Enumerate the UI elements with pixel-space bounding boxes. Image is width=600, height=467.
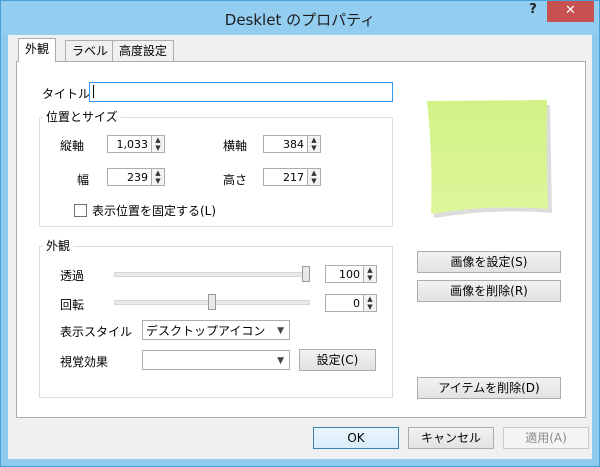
visual-effect-select[interactable]: ▼ <box>142 350 290 370</box>
text-cursor <box>93 85 94 98</box>
rotation-spinner[interactable]: 0 ▲ ▼ <box>325 294 377 312</box>
tab-advanced[interactable]: 高度設定 <box>112 40 175 61</box>
title-label: タイトル <box>42 87 91 101</box>
apply-button[interactable]: 適用(A) <box>503 427 589 449</box>
window-title: Desklet のプロパティ <box>224 11 376 29</box>
rotation-slider-thumb[interactable] <box>208 294 216 310</box>
vertical-label: 縦軸 <box>60 139 85 153</box>
chevron-down-icon[interactable]: ▼ <box>277 351 284 371</box>
vertical-spinner[interactable]: 1,033 ▲ ▼ <box>107 135 165 153</box>
rotation-label: 回転 <box>60 298 85 312</box>
height-label: 高さ <box>223 173 248 187</box>
display-style-select[interactable]: デスクトップアイコン ▼ <box>142 320 290 340</box>
tab-label[interactable]: ラベル <box>65 40 116 61</box>
sticky-note-preview <box>427 100 552 218</box>
delete-image-button[interactable]: 画像を削除(R) <box>417 280 561 302</box>
spin-arrows-icon[interactable]: ▲ ▼ <box>308 135 321 153</box>
spin-arrows-icon[interactable]: ▲ ▼ <box>364 294 377 312</box>
dialog-body: 外観 ラベル 高度設定 タイトル 位置とサイズ 縦軸 1,033 ▲ ▼ 横軸 3… <box>8 35 592 459</box>
horizontal-label: 横軸 <box>223 139 248 153</box>
spin-arrows-icon[interactable]: ▲ ▼ <box>364 265 377 283</box>
height-value[interactable]: 217 <box>263 168 308 186</box>
height-spinner[interactable]: 217 ▲ ▼ <box>263 168 321 186</box>
title-input[interactable] <box>89 82 393 102</box>
width-label: 幅 <box>77 173 90 187</box>
horizontal-value[interactable]: 384 <box>263 135 308 153</box>
lock-position-label[interactable]: 表示位置を固定する(L) <box>92 202 216 219</box>
width-spinner[interactable]: 239 ▲ ▼ <box>107 168 165 186</box>
effect-settings-button[interactable]: 設定(C) <box>299 349 376 371</box>
transparency-slider-thumb[interactable] <box>302 266 310 282</box>
tab-appearance[interactable]: 外観 <box>18 38 57 62</box>
appearance-group-label: 外観 <box>43 237 74 254</box>
cancel-button[interactable]: キャンセル <box>408 427 494 449</box>
transparency-spinner[interactable]: 100 ▲ ▼ <box>325 265 377 283</box>
transparency-slider-track[interactable] <box>114 272 310 277</box>
ok-button[interactable]: OK <box>313 427 399 449</box>
transparency-label: 透過 <box>60 269 85 283</box>
vertical-value[interactable]: 1,033 <box>107 135 152 153</box>
dialog-window: Desklet のプロパティ ? ✕ 外観 ラベル 高度設定 タイトル 位置とサ… <box>0 0 600 467</box>
position-size-group-label: 位置とサイズ <box>43 108 121 125</box>
visual-effect-label: 視覚効果 <box>60 355 109 369</box>
set-image-button[interactable]: 画像を設定(S) <box>417 251 561 273</box>
lock-position-checkbox[interactable] <box>74 204 87 217</box>
width-value[interactable]: 239 <box>107 168 152 186</box>
display-style-value: デスクトップアイコン <box>146 324 266 338</box>
spin-arrows-icon[interactable]: ▲ ▼ <box>152 168 165 186</box>
spin-arrows-icon[interactable]: ▲ ▼ <box>308 168 321 186</box>
help-button[interactable]: ? <box>520 2 546 22</box>
chevron-down-icon[interactable]: ▼ <box>277 321 284 341</box>
tab-panel: タイトル 位置とサイズ 縦軸 1,033 ▲ ▼ 横軸 384 ▲ ▼ 幅 239 … <box>16 61 586 418</box>
rotation-value[interactable]: 0 <box>325 294 364 312</box>
transparency-value[interactable]: 100 <box>325 265 364 283</box>
close-icon[interactable]: ✕ <box>565 3 576 18</box>
display-style-label: 表示スタイル <box>60 325 133 339</box>
spin-arrows-icon[interactable]: ▲ ▼ <box>152 135 165 153</box>
horizontal-spinner[interactable]: 384 ▲ ▼ <box>263 135 321 153</box>
title-bar: Desklet のプロパティ ? ✕ <box>1 1 599 35</box>
close-button[interactable]: ✕ <box>547 1 594 22</box>
delete-item-button[interactable]: アイテムを削除(D) <box>417 377 561 399</box>
